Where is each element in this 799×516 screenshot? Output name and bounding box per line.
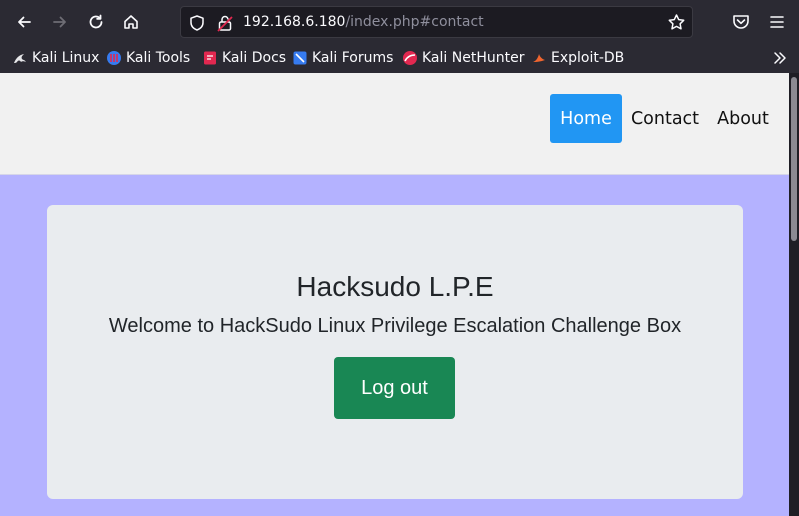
bookmark-kali-nethunter[interactable]: Kali NetHunter [402, 49, 524, 67]
shield-icon[interactable] [188, 14, 206, 32]
welcome-subtitle: Welcome to HackSudo Linux Privilege Esca… [108, 315, 682, 337]
bookmarks-bar: Kali Linux Kali Tools Kali Docs Kali For… [0, 44, 799, 73]
reload-icon [89, 14, 103, 29]
bookmark-star-icon[interactable] [667, 13, 686, 32]
bookmark-label: Kali NetHunter [422, 50, 525, 66]
welcome-card: Hacksudo L.P.E Welcome to HackSudo Linux… [47, 205, 743, 499]
arrow-left-icon [18, 16, 31, 28]
page-scrollbar[interactable] [789, 73, 799, 516]
address-bar[interactable]: 192.168.6.180/index.php#contact [180, 6, 693, 38]
bookmark-label: Kali Linux [32, 50, 100, 66]
bookmark-kali-docs[interactable]: Kali Docs [202, 49, 286, 67]
home-icon [124, 15, 138, 29]
bookmark-label: Kali Forums [312, 50, 394, 66]
bookmark-label: Exploit-DB [551, 50, 625, 66]
arrow-right-icon [53, 16, 66, 28]
reload-button[interactable] [82, 8, 110, 36]
insecure-lock-icon[interactable] [217, 14, 233, 32]
nav-contact-link[interactable]: Contact [628, 94, 702, 143]
logout-button[interactable]: Log out [334, 357, 455, 419]
page-title: Hacksudo L.P.E [296, 271, 494, 302]
bookmark-kali-tools[interactable]: Kali Tools [106, 49, 190, 67]
forward-button[interactable] [46, 8, 74, 36]
bookmark-label: Kali Tools [126, 50, 191, 66]
nav-home-link[interactable]: Home [550, 94, 622, 143]
scrollbar-thumb[interactable] [791, 77, 797, 241]
bookmark-kali-linux[interactable]: Kali Linux [12, 49, 99, 67]
exploit-db-icon [533, 54, 545, 62]
url-host: 192.168.6.180 [243, 14, 346, 30]
chevron-double-right-icon[interactable] [773, 51, 787, 65]
nav-about-link[interactable]: About [711, 94, 775, 143]
kali-forums-icon [293, 51, 307, 65]
site-navbar: Home Contact About [0, 73, 789, 175]
page-viewport: Home Contact About Hacksudo L.P.E Welcom… [0, 73, 789, 516]
kali-nethunter-icon [403, 51, 417, 65]
kali-tools-icon [107, 51, 121, 65]
url-text[interactable]: 192.168.6.180/index.php#contact [243, 14, 484, 30]
kali-docs-icon [204, 51, 216, 65]
bookmark-label: Kali Docs [222, 50, 287, 66]
bookmark-kali-forums[interactable]: Kali Forums [292, 49, 393, 67]
back-button[interactable] [10, 8, 38, 36]
browser-toolbar: 192.168.6.180/index.php#contact [0, 0, 799, 44]
bookmark-exploit-db[interactable]: Exploit-DB [531, 49, 624, 67]
pocket-icon[interactable] [730, 11, 752, 33]
home-button[interactable] [117, 8, 145, 36]
hamburger-menu-icon[interactable] [766, 11, 788, 33]
url-path: /index.php#contact [345, 14, 484, 30]
kali-dragon-icon [14, 54, 26, 63]
